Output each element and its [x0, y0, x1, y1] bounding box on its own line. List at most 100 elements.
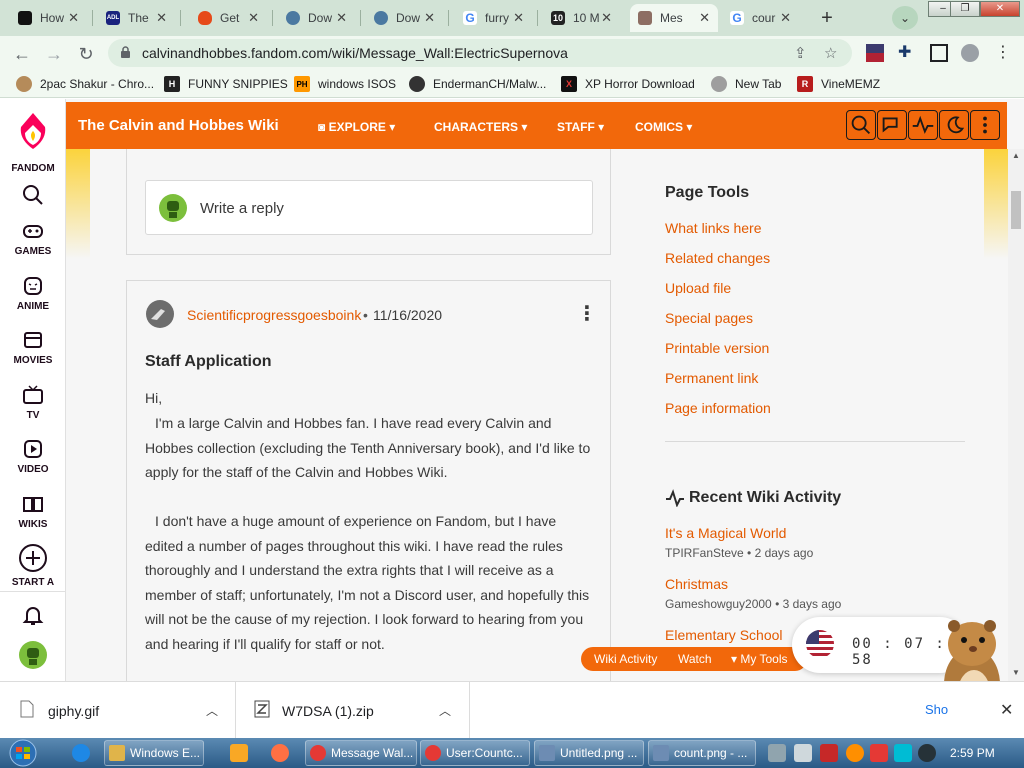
tab-search-chevron-icon[interactable]: ⌄ — [892, 6, 918, 30]
bookmark-item[interactable]: R VineMEMZ — [797, 76, 880, 92]
app-icon[interactable] — [271, 744, 289, 762]
notifications-bell-icon[interactable] — [22, 604, 44, 626]
rail-item-anime[interactable]: ANIME — [0, 275, 66, 312]
page-tool-link[interactable]: What links here — [665, 220, 761, 236]
browser-tab[interactable]: How ✕ — [10, 4, 85, 32]
reload-icon[interactable]: ↻ — [72, 40, 100, 68]
fandom-logo-icon[interactable] — [17, 111, 49, 151]
close-downloads-icon[interactable]: ✕ — [1000, 700, 1013, 720]
page-tool-link[interactable]: Special pages — [665, 310, 753, 326]
taskbar-chrome-user-page[interactable]: User:Countc... — [420, 740, 530, 766]
sidepanel-icon[interactable] — [930, 44, 948, 62]
page-scrollbar[interactable]: ▲ ▼ — [1008, 149, 1024, 681]
page-tool-link[interactable]: Upload file — [665, 280, 731, 296]
scroll-down-icon[interactable]: ▼ — [1012, 668, 1020, 677]
dark-mode-moon-icon[interactable] — [939, 110, 969, 140]
bookmark-star-icon[interactable]: ☆ — [824, 44, 837, 62]
rail-item-start-wiki[interactable]: START A — [0, 543, 66, 588]
wiki-search-icon[interactable] — [846, 110, 876, 140]
rail-item-movies[interactable]: MOVIES — [0, 329, 66, 366]
download-item[interactable]: W7DSA (1).zip ︿ — [237, 682, 470, 739]
bookmark-item[interactable]: New Tab — [711, 76, 781, 92]
nav-comics[interactable]: COMICS ▾ — [635, 120, 692, 134]
bookmark-item[interactable]: EndermanCH/Malw... — [409, 76, 546, 92]
rail-item-games[interactable]: GAMES — [0, 220, 66, 257]
post-date[interactable]: 11/16/2020 — [373, 307, 442, 323]
tab-close-icon[interactable]: ✕ — [424, 10, 435, 26]
tray-app-icon[interactable] — [918, 744, 936, 762]
new-tab-icon[interactable]: + — [814, 6, 840, 32]
tray-app-icon[interactable] — [894, 744, 912, 762]
post-options-icon[interactable]: ⋮ — [577, 301, 597, 326]
page-tool-link[interactable]: Related changes — [665, 250, 770, 266]
windows-start-icon[interactable] — [6, 739, 40, 767]
page-tool-link[interactable]: Page information — [665, 400, 771, 416]
browser-tab-active[interactable]: Mes ✕ — [630, 4, 718, 32]
rail-item-video[interactable]: VIDEO — [0, 438, 66, 475]
activity-page-link[interactable]: Elementary School — [665, 627, 783, 643]
nav-explore[interactable]: ◙ EXPLORE ▾ — [318, 120, 395, 134]
browser-tab[interactable]: Get ✕ — [190, 4, 265, 32]
tab-close-icon[interactable]: ✕ — [513, 10, 524, 26]
scroll-thumb[interactable] — [1011, 191, 1021, 229]
media-player-icon[interactable] — [230, 744, 248, 762]
reply-input[interactable]: Write a reply — [145, 180, 593, 235]
tab-close-icon[interactable]: ✕ — [248, 10, 259, 26]
browser-tab[interactable]: G cour ✕ — [722, 4, 797, 32]
address-bar[interactable]: calvinandhobbes.fandom.com/wiki/Message_… — [108, 39, 852, 67]
scroll-up-icon[interactable]: ▲ — [1012, 151, 1020, 160]
rail-item-wikis[interactable]: WIKIS — [0, 493, 66, 530]
author-avatar[interactable] — [145, 299, 175, 329]
share-icon[interactable]: ⇪ — [794, 44, 807, 62]
bookmark-item[interactable]: H FUNNY SNIPPIES — [164, 76, 288, 92]
system-clock[interactable]: 2:59 PM — [950, 746, 995, 760]
browser-tab[interactable]: 10 10 M ✕ — [543, 4, 618, 32]
wiki-activity-button[interactable]: Wiki Activity — [594, 652, 657, 666]
tray-app-icon[interactable] — [794, 744, 812, 762]
show-all-downloads[interactable]: Sho — [925, 702, 948, 717]
my-tools-button[interactable]: ▾ My Tools — [731, 652, 788, 666]
bookmark-item[interactable]: X XP Horror Download — [561, 76, 695, 92]
chevron-up-icon[interactable]: ︿ — [439, 702, 451, 719]
nav-characters[interactable]: CHARACTERS ▾ — [434, 120, 527, 134]
tab-close-icon[interactable]: ✕ — [156, 10, 167, 26]
activity-page-link[interactable]: It's a Magical World — [665, 525, 786, 541]
chevron-up-icon[interactable]: ︿ — [206, 702, 218, 719]
us-flag-extension-icon[interactable] — [866, 44, 884, 62]
discussions-icon[interactable] — [877, 110, 907, 140]
page-tool-link[interactable]: Permanent link — [665, 370, 758, 386]
taskbar-windows-explorer[interactable]: Windows E... — [104, 740, 204, 766]
wiki-more-icon[interactable] — [970, 110, 1000, 140]
kebab-menu-icon[interactable]: ⋮ — [994, 44, 1012, 62]
tray-app-icon[interactable] — [820, 744, 838, 762]
back-arrow-icon[interactable]: ← — [8, 40, 36, 68]
tab-close-icon[interactable]: ✕ — [699, 10, 710, 26]
tab-close-icon[interactable]: ✕ — [68, 10, 79, 26]
tray-app-icon[interactable] — [870, 744, 888, 762]
tray-app-icon[interactable] — [846, 744, 864, 762]
window-close-icon[interactable]: ✕ — [980, 1, 1020, 17]
author-link[interactable]: Scientificprogressgoesboink — [187, 307, 361, 323]
page-tool-link[interactable]: Printable version — [665, 340, 769, 356]
profile-avatar-icon[interactable] — [961, 44, 979, 62]
browser-tab[interactable]: ADL The ✕ — [98, 4, 173, 32]
forward-arrow-icon[interactable]: → — [40, 40, 68, 68]
download-item[interactable]: giphy.gif ︿ — [0, 682, 236, 739]
rail-item-tv[interactable]: TV — [0, 384, 66, 421]
user-avatar[interactable] — [18, 640, 48, 670]
wiki-title[interactable]: The Calvin and Hobbes Wiki — [78, 117, 279, 134]
activity-pulse-icon[interactable] — [908, 110, 938, 140]
search-icon[interactable] — [22, 184, 44, 206]
bookmark-item[interactable]: 2pac Shakur - Chro... — [16, 76, 154, 92]
taskbar-chrome-message-wall[interactable]: Message Wal... — [305, 740, 417, 766]
browser-tab[interactable]: G furry ✕ — [455, 4, 530, 32]
taskbar-paint-untitled[interactable]: Untitled.png ... — [534, 740, 644, 766]
nav-staff[interactable]: STAFF ▾ — [557, 120, 604, 134]
tab-close-icon[interactable]: ✕ — [336, 10, 347, 26]
activity-page-link[interactable]: Christmas — [665, 576, 728, 592]
bookmark-item[interactable]: PH windows ISOS — [294, 76, 396, 92]
browser-tab[interactable]: Dow ✕ — [366, 4, 441, 32]
internet-explorer-icon[interactable] — [72, 744, 90, 762]
tray-app-icon[interactable] — [768, 744, 786, 762]
browser-tab[interactable]: Dow ✕ — [278, 4, 353, 32]
